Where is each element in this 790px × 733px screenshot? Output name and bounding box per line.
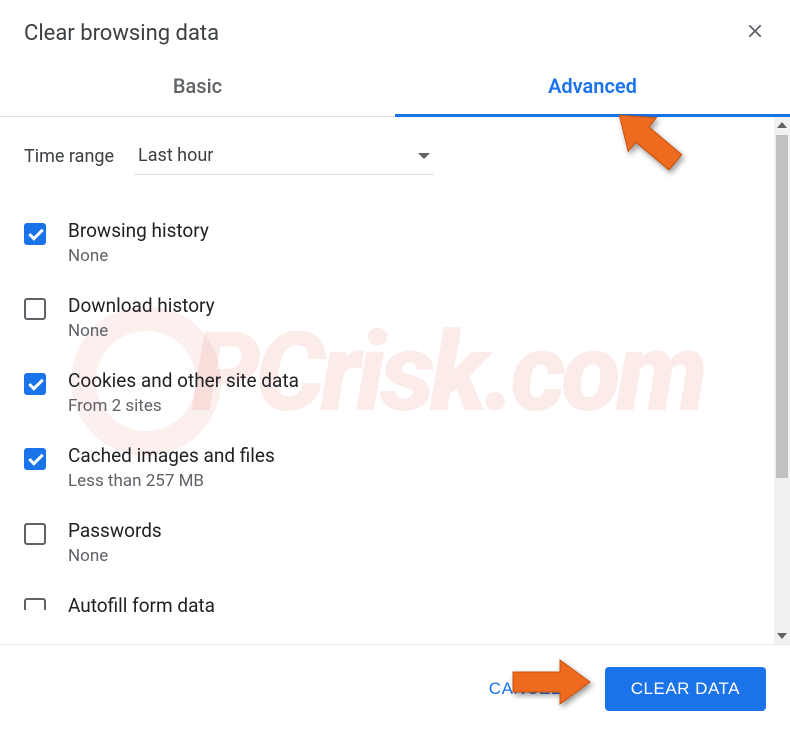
dialog-title: Clear browsing data xyxy=(24,21,219,46)
time-range-row: Time range Last hour xyxy=(24,137,750,175)
checkbox-browsing-history[interactable] xyxy=(24,223,46,245)
item-sub: None xyxy=(68,546,750,566)
item-label: Cookies and other site data xyxy=(68,369,750,392)
scrollbar-thumb[interactable] xyxy=(776,135,788,478)
item-label: Cached images and files xyxy=(68,444,750,467)
scroll-up-icon[interactable] xyxy=(774,117,790,133)
scroll-down-icon[interactable] xyxy=(774,628,790,644)
item-download-history: Download history None xyxy=(24,280,750,355)
checkbox-download-history[interactable] xyxy=(24,298,46,320)
item-sub: From 2 sites xyxy=(68,396,750,416)
item-label: Browsing history xyxy=(68,219,750,242)
tabs: Basic Advanced xyxy=(0,56,790,117)
dialog-footer: CANCEL CLEAR DATA xyxy=(0,644,790,733)
dialog-content: PCrisk.com Time range Last hour Browsing… xyxy=(0,117,774,644)
cancel-button[interactable]: CANCEL xyxy=(463,667,587,711)
tab-advanced[interactable]: Advanced xyxy=(395,56,790,116)
close-icon[interactable] xyxy=(744,20,766,46)
item-browsing-history: Browsing history None xyxy=(24,205,750,280)
checkbox-passwords[interactable] xyxy=(24,523,46,545)
checkbox-autofill[interactable] xyxy=(24,598,46,610)
scrollbar[interactable] xyxy=(774,117,790,644)
chevron-down-icon xyxy=(418,153,430,159)
checkbox-cookies[interactable] xyxy=(24,373,46,395)
time-range-value: Last hour xyxy=(138,145,213,166)
item-sub: Less than 257 MB xyxy=(68,471,750,491)
item-autofill: Autofill form data xyxy=(24,580,750,635)
checkbox-cached[interactable] xyxy=(24,448,46,470)
item-label: Download history xyxy=(68,294,750,317)
clear-browsing-data-dialog: Clear browsing data Basic Advanced PCris… xyxy=(0,0,790,733)
item-cookies: Cookies and other site data From 2 sites xyxy=(24,355,750,430)
item-label: Passwords xyxy=(68,519,750,542)
item-cached: Cached images and files Less than 257 MB xyxy=(24,430,750,505)
time-range-dropdown[interactable]: Last hour xyxy=(134,137,434,175)
item-passwords: Passwords None xyxy=(24,505,750,580)
item-sub: None xyxy=(68,321,750,341)
tab-basic[interactable]: Basic xyxy=(0,56,395,116)
dialog-header: Clear browsing data xyxy=(0,0,790,56)
item-sub: None xyxy=(68,246,750,266)
clear-data-button[interactable]: CLEAR DATA xyxy=(605,667,766,711)
time-range-label: Time range xyxy=(24,146,114,167)
item-label: Autofill form data xyxy=(68,594,750,617)
